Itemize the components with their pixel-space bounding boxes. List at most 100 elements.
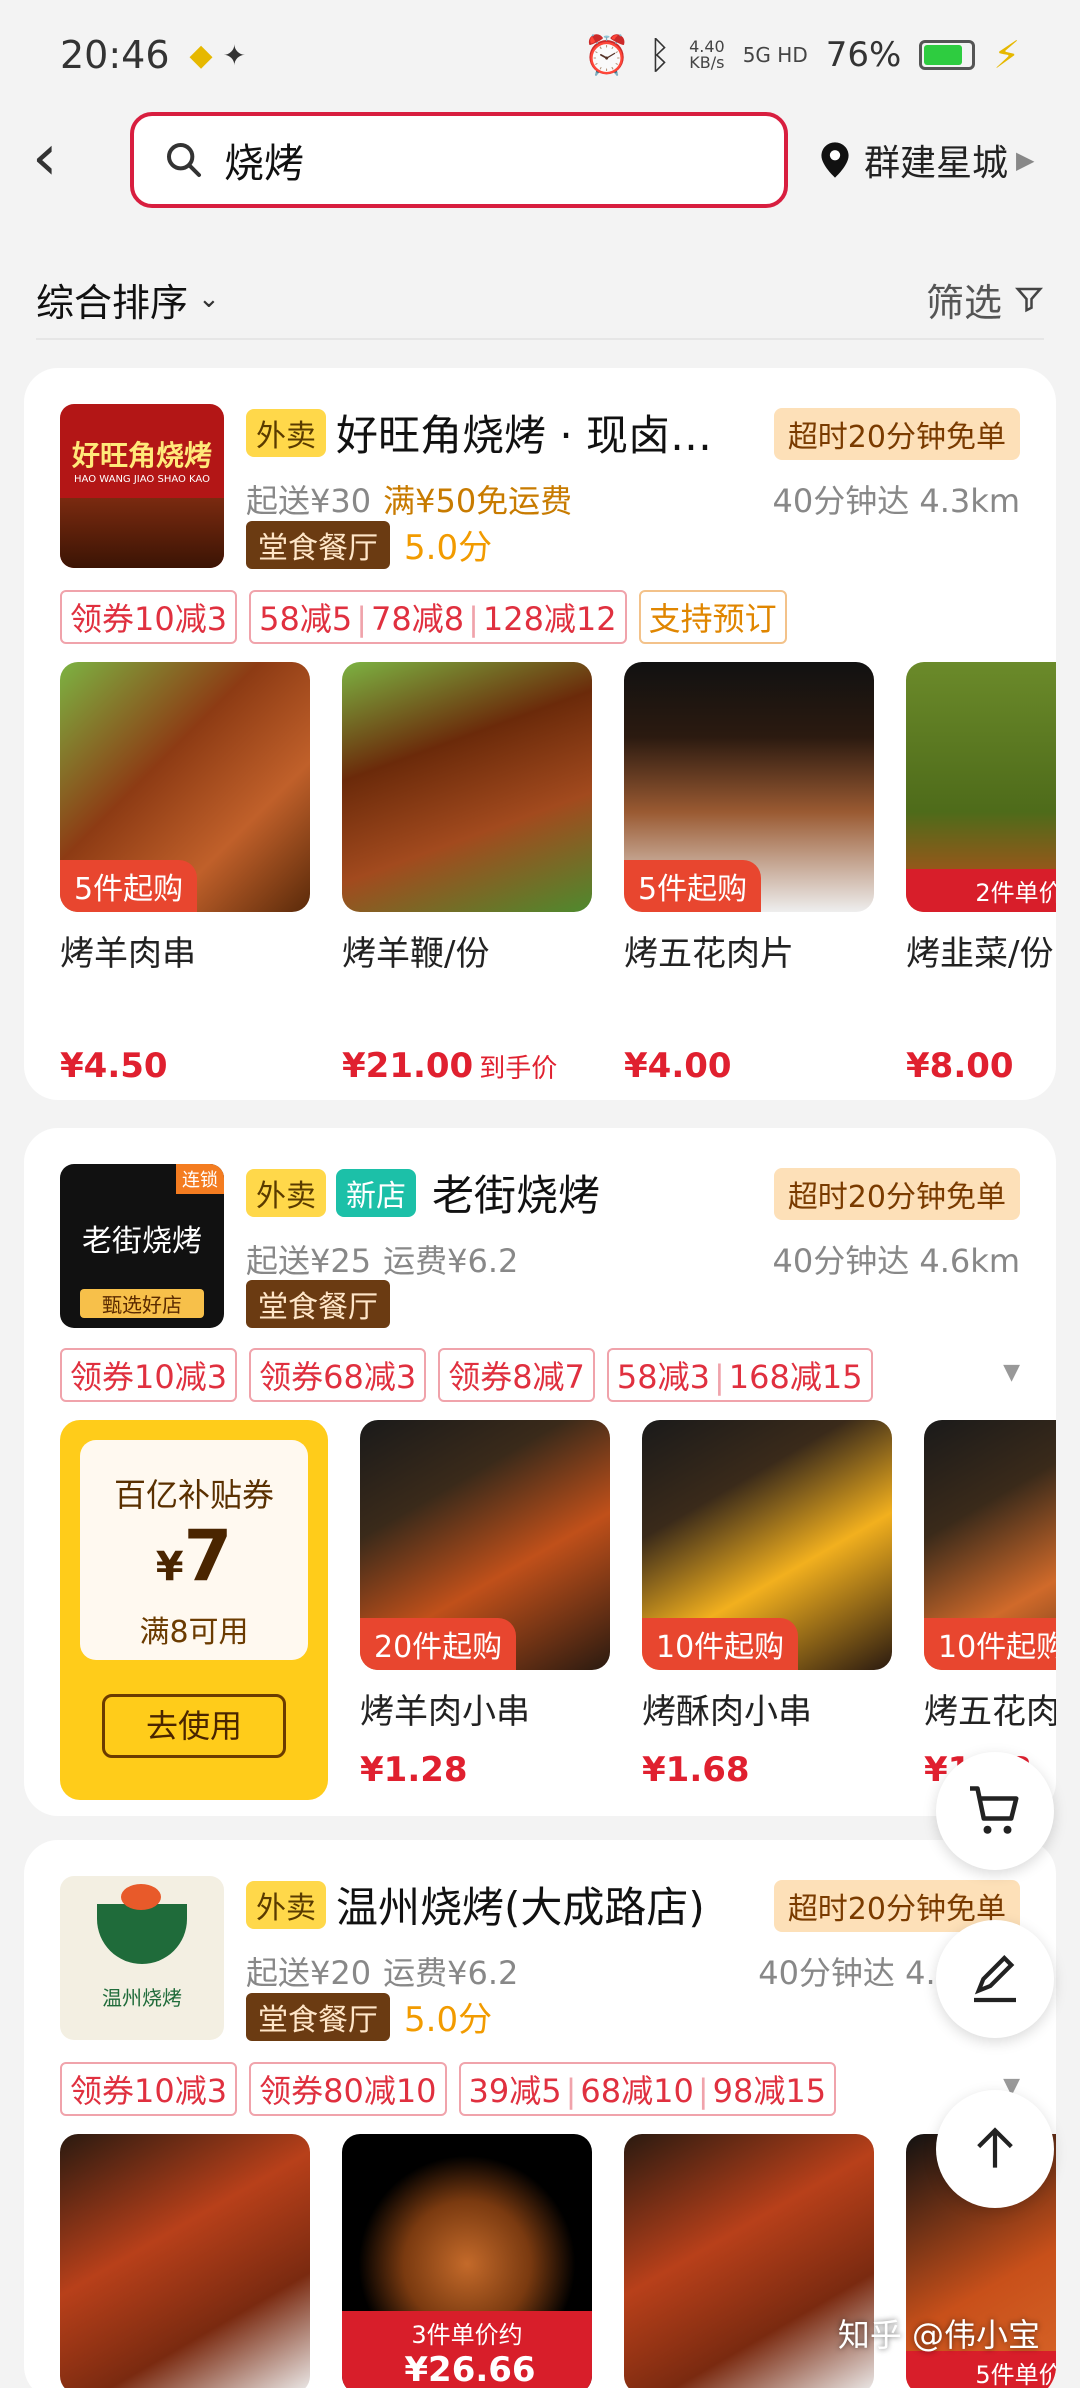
shop-logo: 连锁 老街烧烤 甄选好店: [60, 1164, 224, 1328]
item-list: 20件起购 烤羊肉小串 10件起购 烤酥肉小串 10件起购 烤五花肉: [360, 1420, 1056, 1733]
shop-name-row: 外卖 好旺角烧烤 · 现卤…: [246, 402, 712, 463]
delivery-fee: 运费¥6.2: [383, 1954, 519, 1992]
back-button[interactable]: ‹: [32, 126, 92, 192]
use-voucher-button[interactable]: 去使用: [102, 1694, 286, 1758]
coupon-tag[interactable]: 领券10减3: [60, 1348, 238, 1402]
menu-item[interactable]: 5件起购 烤五花肉片: [624, 662, 874, 975]
search-box[interactable]: [130, 112, 788, 208]
coupon-row: 领券10减3 领券80减10 39减5 | 68减10 | 98减15: [60, 2062, 837, 2116]
delivery-tag: 外卖: [246, 1880, 326, 1929]
shop-logo: 好旺角烧烤 HAO WANG JIAO SHAO KAO: [60, 404, 224, 568]
shop-logo-bottom: 甄选好店: [80, 1289, 204, 1318]
shop-name[interactable]: 老街烧烤: [432, 1162, 600, 1223]
menu-item[interactable]: 3件单价约 ¥26.66: [342, 2134, 592, 2388]
menu-item[interactable]: 10件起购 烤酥肉小串: [642, 1420, 892, 1733]
filter-button[interactable]: 筛选: [926, 272, 1044, 327]
shop-logo-text: 好旺角烧烤: [71, 439, 212, 472]
item-price: ¥8.00: [906, 1046, 1014, 1086]
alarm-icon: ⏰: [582, 32, 631, 77]
final-price-note: 到手价: [479, 1054, 558, 1084]
scroll-top-button[interactable]: [936, 2090, 1054, 2208]
shop-name[interactable]: 好旺角烧烤 · 现卤…: [336, 402, 712, 463]
shop-card[interactable]: 温州烧烤 外卖 温州烧烤(大成路店) 超时20分钟免单 起送¥20 运费¥6.2 …: [24, 1840, 1056, 2388]
subsidy-voucher[interactable]: 百亿补贴券 ¥7 满8可用 去使用: [60, 1420, 328, 1800]
discount-3: 98减15: [712, 2072, 827, 2110]
discount-1: 39减5: [468, 2072, 562, 2110]
menu-item[interactable]: 10件起购 烤五花肉: [924, 1420, 1056, 1733]
min-qty-badge: 20件起购: [360, 1618, 517, 1670]
coupon-row: 领券10减3 领券68减3 领券8减7 58减3 | 168减15: [60, 1348, 873, 1402]
time-distance: 40分钟达 4.3: [758, 1954, 956, 1992]
item-name: 烤羊肉小串: [360, 1692, 530, 1732]
shop-name-row: 外卖 新店 老街烧烤: [246, 1162, 600, 1223]
discount-2: 68减10: [580, 2072, 694, 2110]
bowl-icon: [97, 1884, 187, 1964]
voucher-amount-value: 7: [183, 1515, 233, 1597]
voucher-title: 百亿补贴券: [113, 1476, 274, 1514]
shop-card[interactable]: 连锁 老街烧烤 甄选好店 外卖 新店 老街烧烤 超时20分钟免单 起送¥25 运费…: [24, 1128, 1056, 1816]
edit-button[interactable]: [936, 1920, 1054, 2038]
discount-tag: 58减5 | 78减8 | 128减12: [249, 590, 627, 644]
min-qty-badge: 5件起购: [624, 860, 762, 912]
status-time: 20:46: [60, 33, 170, 77]
item-list: 5件起购 烤羊肉串 烤羊鞭/份 5件起购 烤五花肉片 2件单价约 烤韭菜/份: [60, 662, 1056, 975]
cart-button[interactable]: [936, 1752, 1054, 1870]
coupon-tag[interactable]: 领券8减7: [438, 1348, 595, 1402]
menu-item[interactable]: 烤羊鞭/份: [342, 662, 592, 975]
location-label: 群建星城: [864, 143, 1009, 184]
shop-name[interactable]: 温州烧烤(大成路店): [336, 1874, 705, 1935]
unit-price-badge: 2件单价约: [906, 869, 1056, 912]
menu-item[interactable]: 2件单价约 烤韭菜/份: [906, 662, 1056, 975]
coupon-tag[interactable]: 领券10减3: [60, 2062, 238, 2116]
item-price: ¥4.00: [624, 1046, 732, 1086]
discount-3: 128减12: [482, 600, 617, 638]
item-price: ¥21.00: [342, 1046, 474, 1086]
notification-icon-2: ✦: [222, 38, 247, 72]
menu-item[interactable]: 20件起购 烤羊肉小串: [360, 1420, 610, 1733]
coupon-tag[interactable]: 领券80减10: [249, 2062, 447, 2116]
coupon-tag[interactable]: 领券10减3: [60, 590, 238, 644]
shop-logo: 温州烧烤: [60, 1876, 224, 2040]
menu-item[interactable]: [624, 2134, 874, 2388]
search-icon: [167, 143, 201, 177]
reserve-tag: 支持预订: [638, 590, 787, 644]
dine-in-tag: 堂食餐厅: [246, 1992, 390, 2041]
item-price: ¥1.28: [360, 1750, 468, 1790]
time-distance: 40分钟达 4.3km: [772, 482, 1021, 520]
coupon-tag[interactable]: 领券68减3: [249, 1348, 427, 1402]
search-input[interactable]: [224, 137, 744, 183]
status-bar: 20:46 ◆ ✦ ⏰ ᛒ 4.40 KB/s 5G HD 76% ⚡: [0, 0, 1080, 110]
dine-row: 堂食餐厅 5.0分: [246, 520, 492, 569]
sort-dropdown[interactable]: 综合排序: [36, 272, 188, 327]
dine-row: 堂食餐厅: [246, 1280, 390, 1328]
min-qty-badge: 5件起购: [60, 860, 198, 912]
notification-icon: ◆: [189, 37, 213, 73]
location-selector[interactable]: 群建星城 ▶: [818, 134, 1034, 186]
item-price: ¥1.68: [642, 1750, 750, 1790]
shop-logo-subtext: HAO WANG JIAO SHAO KAO: [74, 474, 210, 485]
filter-icon: [1014, 287, 1044, 313]
free-order-badge: 超时20分钟免单: [773, 408, 1020, 460]
item-name: 烤羊肉串: [60, 934, 196, 974]
expand-coupons-icon[interactable]: ▼: [1003, 1360, 1020, 1385]
delivery-promo: 满¥50免运费: [383, 482, 573, 520]
search-row: ‹ 群建星城 ▶: [0, 112, 1080, 212]
network-icon: 5G HD: [742, 43, 808, 67]
shop-card[interactable]: 好旺角烧烤 HAO WANG JIAO SHAO KAO 外卖 好旺角烧烤 · …: [24, 368, 1056, 1100]
menu-item[interactable]: [60, 2134, 310, 2388]
location-pin-icon: [821, 142, 849, 178]
battery-text: 76%: [825, 35, 902, 75]
battery-icon: [919, 40, 976, 70]
chevron-right-icon: ▶: [1016, 146, 1035, 174]
watermark: 知乎 @伟小宝: [837, 2316, 1040, 2354]
menu-item[interactable]: 5件起购 烤羊肉串: [60, 662, 310, 975]
item-name: 烤酥肉小串: [642, 1692, 812, 1732]
shop-logo-text: 温州烧烤: [102, 1986, 182, 2010]
item-image: 5件起购: [60, 662, 310, 912]
bluetooth-icon: ᛒ: [648, 33, 672, 77]
voucher-body: 百亿补贴券 ¥7 满8可用: [80, 1440, 308, 1660]
time-distance: 40分钟达 4.6km: [772, 1242, 1021, 1280]
item-image: 2件单价约: [906, 662, 1056, 912]
charging-icon: ⚡: [993, 33, 1020, 77]
item-image: [342, 662, 592, 912]
